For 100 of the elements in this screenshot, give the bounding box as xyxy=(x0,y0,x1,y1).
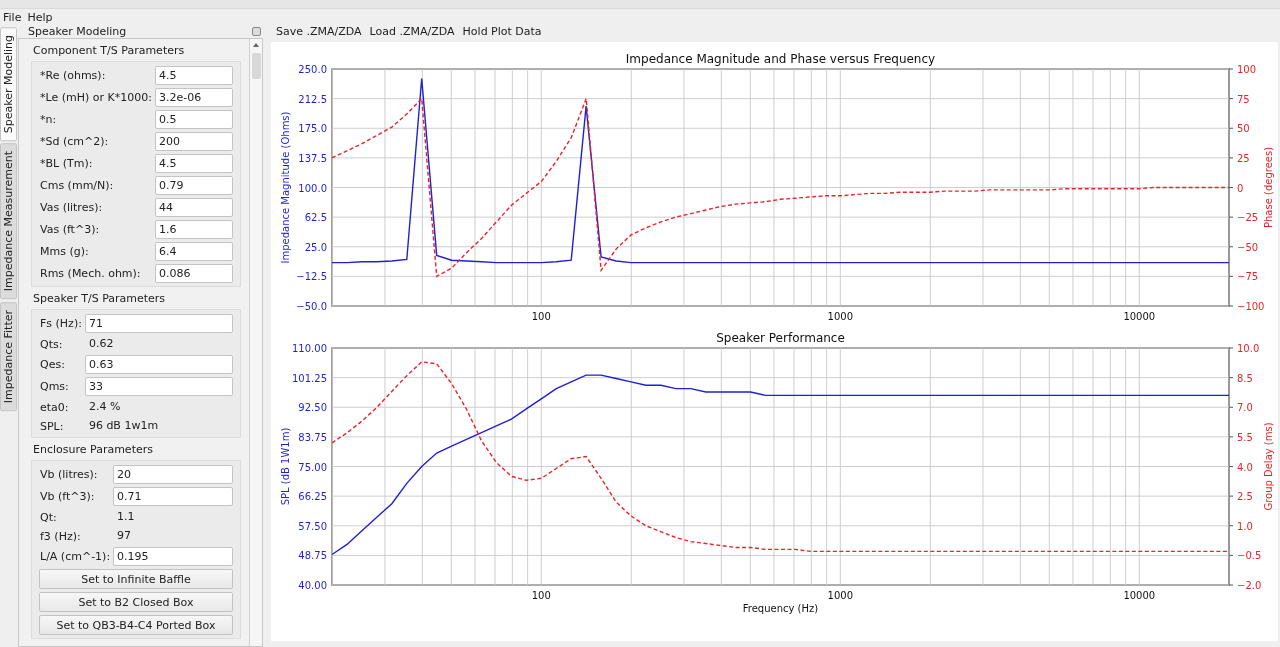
field-label: Mms (g): xyxy=(39,245,90,258)
input-field[interactable]: 200 xyxy=(154,132,233,151)
field-label: Vb (litres): xyxy=(39,468,99,481)
field-label: eta0: xyxy=(39,400,70,414)
field-label: L/A (cm^-1): xyxy=(39,550,111,563)
tick-label: 110.00 xyxy=(292,343,327,354)
tick-label: −50 xyxy=(1237,241,1259,253)
input-field[interactable]: 4.5 xyxy=(154,154,233,173)
side-tab[interactable]: Impedance Fitter xyxy=(0,301,17,411)
field-label: Qt: xyxy=(39,510,58,524)
scrollbar[interactable] xyxy=(249,39,262,646)
value-text: 1.1 xyxy=(116,509,136,525)
tick-label: 250.0 xyxy=(298,64,327,75)
axis-title: Impedance Magnitude (Ohms) xyxy=(280,111,291,264)
toolbar-button[interactable]: Hold Plot Data xyxy=(458,22,546,40)
tick-label: 100 xyxy=(1237,64,1257,75)
tick-label: 4.0 xyxy=(1237,461,1253,473)
input-field[interactable]: 44 xyxy=(154,198,233,217)
axis-title: Phase (degrees) xyxy=(1263,146,1274,229)
field-label: Vas (litres): xyxy=(39,201,104,214)
toolbar-button[interactable]: Load .ZMA/ZDA xyxy=(365,22,459,40)
tick-label: 92.50 xyxy=(298,402,327,414)
tick-label: 1000 xyxy=(827,311,854,322)
preset-button[interactable]: Set to B2 Closed Box xyxy=(39,592,233,612)
tick-label: 66.25 xyxy=(298,491,327,503)
tick-label: 2.5 xyxy=(1237,491,1253,503)
tick-label: −2.0 xyxy=(1237,580,1262,591)
input-field[interactable]: 1.6 xyxy=(154,220,233,239)
menu-item[interactable]: File xyxy=(2,10,27,24)
chart-title: Speaker Performance xyxy=(716,331,845,345)
field-label: Fs (Hz): xyxy=(39,317,82,330)
input-field[interactable]: 0.63 xyxy=(84,355,233,374)
tick-label: −75 xyxy=(1237,271,1259,283)
tick-label: 83.75 xyxy=(298,431,327,443)
tick-label: −0.5 xyxy=(1237,550,1262,562)
tick-label: 1000 xyxy=(827,590,854,601)
tick-label: 48.75 xyxy=(298,550,327,562)
tick-label: 8.5 xyxy=(1237,372,1253,384)
field-label: *BL (Tm): xyxy=(39,157,94,170)
value-text: 96 dB 1w1m xyxy=(87,418,160,434)
tick-label: 100 xyxy=(531,590,551,601)
toolbar-button[interactable]: Save .ZMA/ZDA xyxy=(272,22,366,40)
field-label: *Le (mH) or K*1000: xyxy=(39,91,152,104)
field-label: Vb (ft^3): xyxy=(39,490,96,503)
value-text: 0.62 xyxy=(87,336,115,352)
tick-label: 175.0 xyxy=(298,123,327,135)
field-label: Rms (Mech. ohm): xyxy=(39,267,142,280)
panel-title: Speaker Modeling xyxy=(28,25,127,38)
value-text: 97 xyxy=(116,528,133,544)
field-label: Cms (mm/N): xyxy=(39,179,115,192)
preset-button[interactable]: Set to QB3-B4-C4 Ported Box xyxy=(39,615,233,635)
tick-label: 212.5 xyxy=(298,93,327,105)
tick-label: 25 xyxy=(1237,152,1250,164)
field-label: *Sd (cm^2): xyxy=(39,135,110,148)
tick-label: 101.25 xyxy=(292,372,327,384)
tick-label: −50.0 xyxy=(296,301,327,312)
float-icon[interactable] xyxy=(252,27,261,36)
tick-label: −100 xyxy=(1237,301,1265,312)
input-field[interactable]: 0.71 xyxy=(113,487,233,506)
field-label: Qes: xyxy=(39,358,66,371)
tick-label: 100 xyxy=(531,311,551,322)
field-label: *n: xyxy=(39,113,58,126)
menu-item[interactable]: Help xyxy=(26,10,58,24)
input-field[interactable]: 33 xyxy=(84,377,233,396)
tick-label: 75 xyxy=(1237,93,1250,105)
side-tab[interactable]: Impedance Measurement xyxy=(0,143,17,300)
field-label: Qms: xyxy=(39,380,70,393)
field-label: f3 (Hz): xyxy=(39,529,82,543)
input-field[interactable]: 3.2e-06 xyxy=(154,88,233,107)
axis-title: SPL (dB 1W1m) xyxy=(280,427,291,506)
input-field[interactable]: 0.086 xyxy=(154,264,233,283)
input-field[interactable]: 20 xyxy=(113,465,233,484)
axis-title: Group Delay (ms) xyxy=(1263,422,1274,511)
tick-label: 10000 xyxy=(1123,590,1156,601)
tick-label: 100.0 xyxy=(298,182,327,194)
tick-label: 25.0 xyxy=(304,241,327,253)
tick-label: 40.00 xyxy=(298,580,327,591)
tick-label: 50 xyxy=(1237,123,1250,135)
group-title: Speaker T/S Parameters xyxy=(33,292,167,305)
input-field[interactable]: 71 xyxy=(84,314,233,333)
side-tab[interactable]: Speaker Modeling xyxy=(0,27,17,142)
group-title: Component T/S Parameters xyxy=(33,44,186,57)
tick-label: 1.0 xyxy=(1237,520,1253,532)
tick-label: 10.0 xyxy=(1237,343,1260,354)
value-text: 2.4 % xyxy=(87,399,122,415)
field-label: *Re (ohms): xyxy=(39,69,107,82)
input-field[interactable]: 0.5 xyxy=(154,110,233,129)
tick-label: 0 xyxy=(1237,182,1244,194)
tick-label: −12.5 xyxy=(296,271,327,283)
field-label: Qts: xyxy=(39,337,64,351)
input-field[interactable]: 4.5 xyxy=(154,66,233,85)
input-field[interactable]: 0.195 xyxy=(113,547,233,566)
input-field[interactable]: 6.4 xyxy=(154,242,233,261)
preset-button[interactable]: Set to Infinite Baffle xyxy=(39,569,233,589)
tick-label: 57.50 xyxy=(298,520,327,532)
tick-label: −25 xyxy=(1237,212,1259,224)
tick-label: 5.5 xyxy=(1237,431,1253,443)
chart-title: Impedance Magnitude and Phase versus Frequency xyxy=(625,52,936,66)
tick-label: 75.00 xyxy=(298,461,327,473)
input-field[interactable]: 0.79 xyxy=(154,176,233,195)
